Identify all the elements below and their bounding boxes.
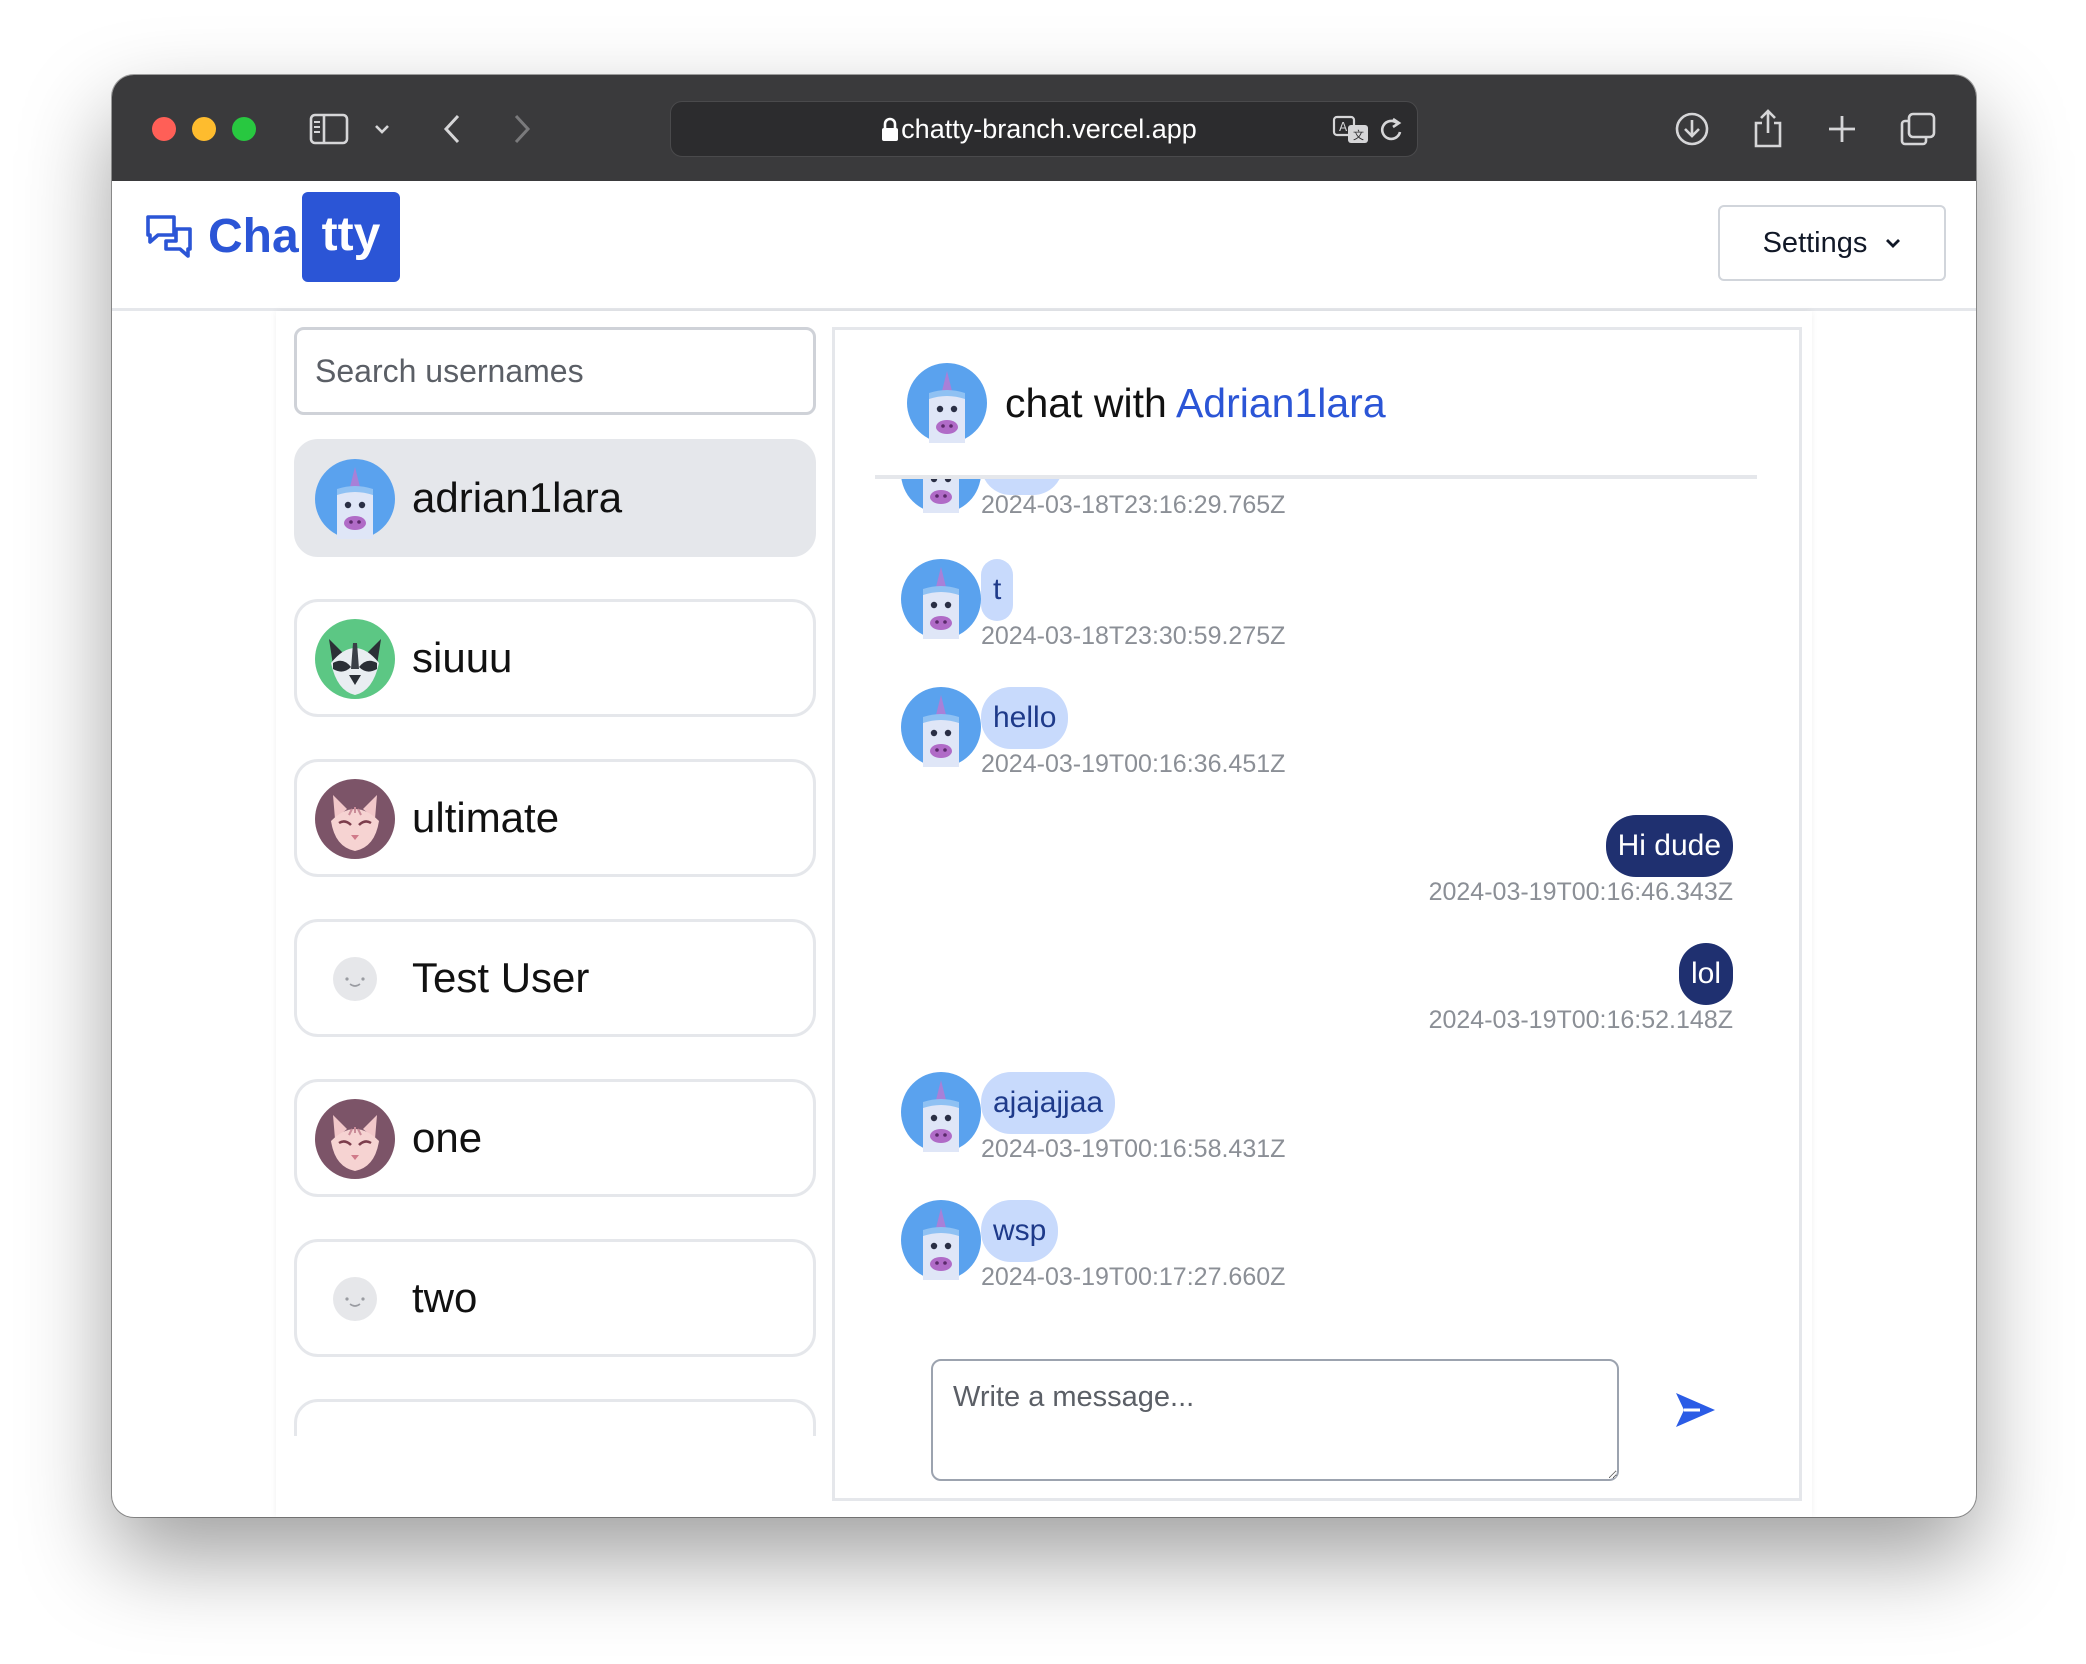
translate-icon[interactable]: A文 <box>1331 106 1371 154</box>
url-text: chatty-branch.vercel.app <box>901 114 1197 144</box>
message-incoming: wsp 2024-03-19T00:17:27.660Z <box>875 1200 1757 1310</box>
message-incoming: t 2024-03-18T23:30:59.275Z <box>875 559 1757 669</box>
browser-window: chatty-branch.vercel.app A文 Cha tty Sett… <box>112 75 1976 1517</box>
logo-text[interactable]: Cha <box>208 205 299 269</box>
unicorn-avatar <box>315 459 395 539</box>
browser-toolbar: chatty-branch.vercel.app A文 <box>112 75 1976 181</box>
unicorn-avatar <box>901 687 981 767</box>
user-card-siuuu[interactable]: siuuu <box>294 599 816 717</box>
user-card-test-user[interactable]: Test User <box>294 919 816 1037</box>
chat-panel: chat with Adrian1lara VAA 2024-03-18T23:… <box>832 327 1802 1501</box>
message-incoming: VAA 2024-03-18T23:16:29.765Z <box>875 479 1757 543</box>
user-card-two[interactable]: two <box>294 1239 816 1357</box>
tab-overview-icon[interactable] <box>1896 105 1940 153</box>
app-header: Cha tty Settings <box>112 181 1976 311</box>
username: two <box>412 1274 478 1321</box>
username: siuuu <box>412 634 513 681</box>
message-timestamp: 2024-03-18T23:16:29.765Z <box>981 491 1286 519</box>
message-timestamp: 2024-03-18T23:30:59.275Z <box>981 622 1286 650</box>
message-timestamp: 2024-03-19T00:17:27.660Z <box>981 1263 1286 1291</box>
default-avatar <box>315 939 395 1019</box>
send-icon <box>1676 1393 1715 1427</box>
username: ultimate <box>412 794 560 841</box>
minimize-window-button[interactable] <box>192 117 216 141</box>
chat-title: chat with Adrian1lara <box>1005 380 1386 427</box>
username: one <box>412 1114 483 1161</box>
settings-label: Settings <box>1762 226 1868 259</box>
unicorn-avatar <box>901 479 981 513</box>
cat-avatar <box>315 1099 395 1179</box>
zoom-window-button[interactable] <box>232 117 256 141</box>
message-outgoing: Hi dude 2024-03-19T00:16:46.343Z <box>875 815 1757 925</box>
message-bubble: ajajajjaa <box>981 1072 1116 1134</box>
address-bar[interactable]: chatty-branch.vercel.app A文 <box>670 101 1418 157</box>
forward-arrow-icon[interactable] <box>507 105 537 153</box>
chevron-down-icon[interactable] <box>370 105 394 153</box>
unicorn-avatar <box>901 1200 981 1280</box>
chat-title-prefix: chat with <box>1005 380 1167 426</box>
message-timestamp: 2024-03-19T00:16:58.431Z <box>981 1135 1286 1163</box>
message-timestamp: 2024-03-19T00:16:46.343Z <box>1428 878 1733 906</box>
settings-button[interactable]: Settings <box>1718 205 1946 281</box>
download-icon[interactable] <box>1672 105 1712 153</box>
cat-avatar <box>315 779 395 859</box>
chevron-down-icon <box>1886 239 1901 248</box>
sidebar-toggle-icon[interactable] <box>307 105 351 153</box>
send-button[interactable] <box>1665 1380 1725 1440</box>
unicorn-avatar <box>907 363 987 443</box>
chat-title-user[interactable]: Adrian1lara <box>1176 380 1386 426</box>
user-card-one[interactable]: one <box>294 1079 816 1197</box>
message-bubble: t <box>981 559 1014 621</box>
user-list: adrian1lara siuuu ultimate Test User one… <box>294 439 816 1436</box>
username: adrian1lara <box>412 474 623 521</box>
back-arrow-icon[interactable] <box>437 105 467 153</box>
new-tab-icon[interactable] <box>1822 105 1862 153</box>
message-timestamp: 2024-03-19T00:16:52.148Z <box>1428 1006 1733 1034</box>
logo-text-highlight[interactable]: tty <box>302 192 400 282</box>
message-outgoing: lol 2024-03-19T00:16:52.148Z <box>875 943 1757 1053</box>
user-card-ultimate[interactable]: ultimate <box>294 759 816 877</box>
user-card-adrian1lara[interactable]: adrian1lara <box>294 439 816 557</box>
main-container: adrian1lara siuuu ultimate Test User one… <box>276 311 1812 1517</box>
reload-icon[interactable] <box>1377 106 1407 154</box>
message-bubble: Hi dude <box>1605 815 1733 877</box>
user-card-partial[interactable] <box>294 1399 816 1436</box>
message-incoming: ajajajjaa 2024-03-19T00:16:58.431Z <box>875 1072 1757 1182</box>
username: Test User <box>412 954 590 1001</box>
default-avatar <box>315 1259 395 1339</box>
message-bubble: wsp <box>981 1200 1059 1262</box>
message-bubble: lol <box>1678 943 1733 1005</box>
chat-bubbles-icon[interactable] <box>144 211 194 266</box>
message-input[interactable] <box>931 1359 1619 1481</box>
message-bubble: hello <box>981 687 1069 749</box>
unicorn-avatar <box>901 559 981 639</box>
svg-text:A: A <box>1339 120 1348 134</box>
share-icon[interactable] <box>1748 105 1788 153</box>
message-timestamp: 2024-03-19T00:16:36.451Z <box>981 750 1286 778</box>
search-input[interactable] <box>294 327 816 415</box>
close-window-button[interactable] <box>152 117 176 141</box>
svg-text:文: 文 <box>1353 128 1364 142</box>
message-list[interactable]: VAA 2024-03-18T23:16:29.765Z t 2024-03-1… <box>875 479 1757 1349</box>
unicorn-avatar <box>901 1072 981 1152</box>
message-incoming: hello 2024-03-19T00:16:36.451Z <box>875 687 1757 797</box>
raccoon-avatar <box>315 619 395 699</box>
